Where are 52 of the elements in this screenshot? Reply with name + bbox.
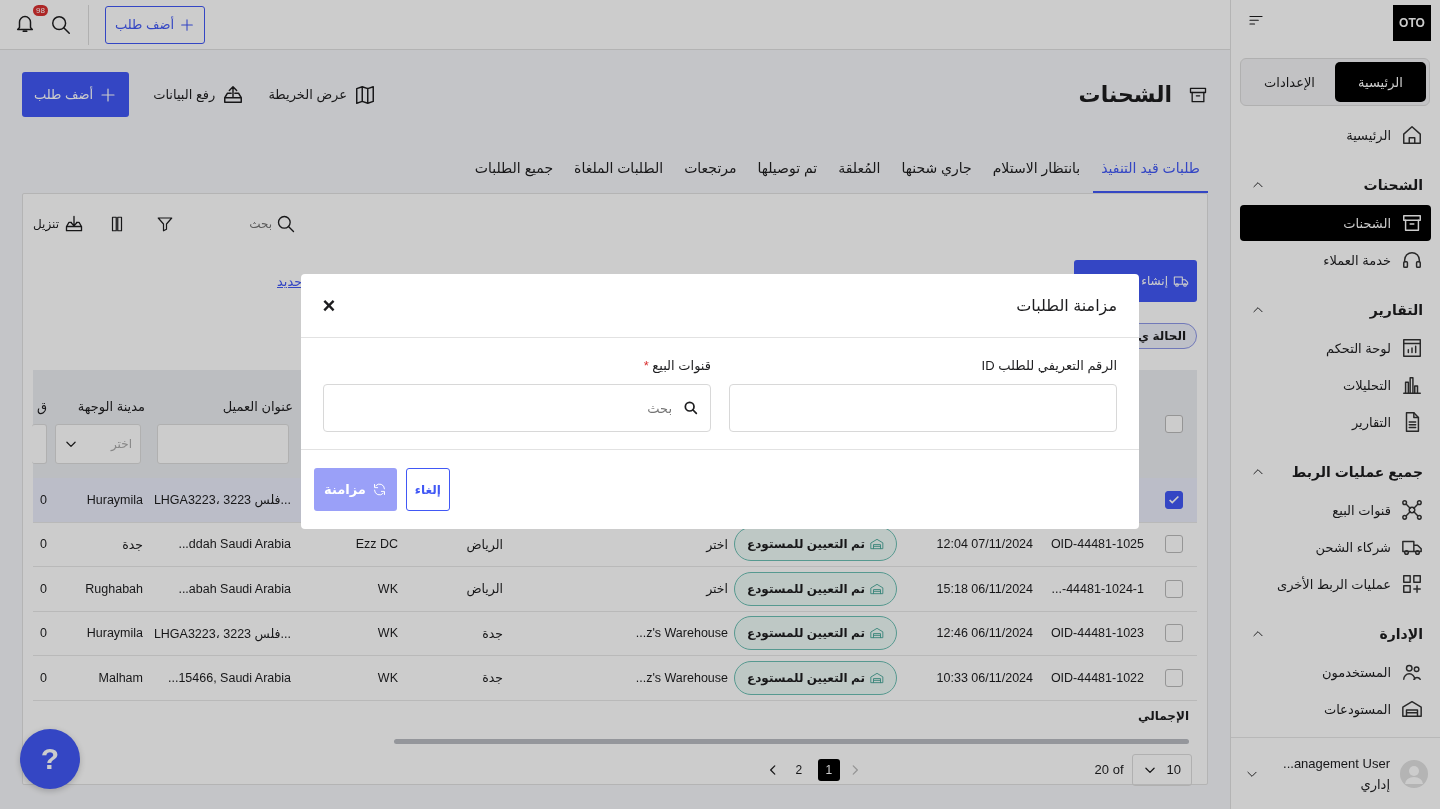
table-cell: 0 — [40, 626, 47, 641]
total-label: الإجمالي — [1138, 708, 1189, 725]
status-badge: تم التعيين للمستودع — [734, 527, 897, 562]
table-cell: LHGA3223، 3223 فلس... — [153, 493, 291, 508]
table-cell: Malham — [98, 670, 143, 685]
user-name: ...anagement User — [1282, 755, 1390, 771]
table-cell: اختر — [706, 537, 728, 552]
table-cell: 15:18 06/11/2024 — [936, 581, 1033, 596]
column-header: ق — [36, 399, 47, 414]
table-cell: جدة — [482, 626, 503, 641]
table-cell: LHGA3223، 3223 فلس... — [153, 626, 291, 641]
table-cell: Rughabah — [85, 581, 143, 596]
logo: OTO — [1393, 5, 1431, 41]
table-cell: OID-44481-1023 — [1050, 626, 1144, 641]
table-cell: اختر — [706, 582, 728, 597]
table-cell: WK — [377, 670, 398, 685]
table-cell: WK — [377, 626, 398, 641]
table-cell: OID-44481-1025 — [1050, 537, 1144, 552]
table-cell: WK — [377, 581, 398, 596]
table-cell: ...z's Warehouse — [635, 670, 728, 685]
table-cell: ...abah Saudi Arabia — [178, 581, 291, 596]
table-cell: 12:46 06/11/2024 — [936, 626, 1033, 641]
user-role: إداري — [1359, 776, 1390, 792]
table-cell: ...-44481-1024-1 — [1051, 581, 1144, 596]
table-cell: 0 — [40, 537, 47, 552]
table-cell: جدة — [122, 537, 143, 552]
table-cell: 0 — [40, 492, 47, 507]
table-cell: OID-44481-1022 — [1050, 670, 1144, 685]
table-cell: Huraymila — [86, 626, 143, 641]
column-header: مدينة الوجهة — [77, 399, 145, 414]
table-cell: Huraymila — [86, 492, 143, 507]
total-count: 20 of — [1094, 762, 1124, 777]
table-cell: 12:04 07/11/2024 — [936, 537, 1033, 552]
table-cell: 0 — [40, 670, 47, 685]
table-cell: جدة — [482, 671, 503, 686]
status-badge: تم التعيين للمستودع — [734, 660, 897, 695]
column-header: عنوان العميل — [222, 399, 293, 414]
field-label: الرقم التعريفي للطلب ID — [980, 358, 1117, 373]
table-cell: 0 — [40, 581, 47, 596]
table-cell: الرياض — [466, 582, 503, 597]
table-cell: 10:33 06/11/2024 — [936, 670, 1033, 685]
status-badge: تم التعيين للمستودع — [734, 571, 897, 606]
notification-badge: 98 — [33, 5, 48, 16]
table-cell: ...15466, Saudi Arabia — [168, 670, 291, 685]
table-cell: الرياض — [466, 537, 503, 552]
table-cell: ...z's Warehouse — [635, 626, 728, 641]
status-badge: تم التعيين للمستودع — [734, 616, 897, 651]
page-title: الشحنات — [1078, 81, 1172, 108]
table-cell: ...ddah Saudi Arabia — [178, 537, 291, 552]
field-label: قنوات البيع * — [642, 358, 711, 373]
modal-title: مزامنة الطلبات — [1016, 296, 1117, 315]
table-cell: Ezz DC — [355, 537, 398, 552]
